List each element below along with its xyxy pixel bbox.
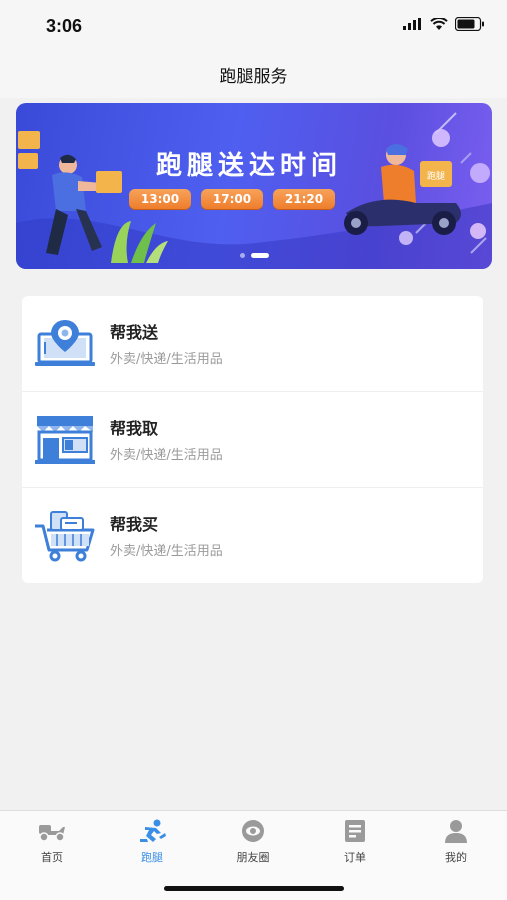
service-item-buy[interactable]: 帮我买 外卖/快递/生活用品 <box>22 488 483 583</box>
status-icons <box>403 17 485 31</box>
service-title: 帮我送 <box>110 323 159 342</box>
document-icon <box>345 820 365 842</box>
service-subtitle: 外卖/快递/生活用品 <box>110 352 223 367</box>
carousel-dot[interactable] <box>239 253 245 258</box>
service-subtitle: 外卖/快递/生活用品 <box>110 544 223 559</box>
tab-profile[interactable]: 我的 <box>426 819 486 865</box>
scooter-icon <box>39 825 65 842</box>
tab-label: 朋友圈 <box>236 851 270 864</box>
tab-orders[interactable]: 订单 <box>325 819 385 865</box>
time-pill: 21:20 <box>273 189 335 209</box>
carousel-dot-active[interactable] <box>250 253 269 258</box>
time-pill: 13:00 <box>129 189 191 209</box>
tab-label: 首页 <box>41 851 63 864</box>
service-item-pickup[interactable]: 帮我取 外卖/快递/生活用品 <box>22 392 483 488</box>
tab-label: 跑腿 <box>141 851 163 864</box>
cellular-signal-icon <box>403 18 421 30</box>
tab-label: 我的 <box>445 851 467 864</box>
service-subtitle: 外卖/快递/生活用品 <box>110 448 223 463</box>
service-list: 帮我送 外卖/快递/生活用品 帮我取 外卖/快递/生活用品 帮我买 外卖/快递/… <box>22 296 483 583</box>
promo-banner[interactable]: 跑腿 跑腿送达时间 13:00 17:00 21:20 <box>16 103 492 269</box>
tab-moments[interactable]: 朋友圈 <box>223 819 283 865</box>
service-item-send[interactable]: 帮我送 外卖/快递/生活用品 <box>22 296 483 392</box>
tab-errand[interactable]: 跑腿 <box>122 819 182 865</box>
banner-title: 跑腿送达时间 <box>155 151 342 181</box>
delivery-times: 13:00 17:00 21:20 <box>129 189 335 209</box>
time-pill: 17:00 <box>201 189 263 209</box>
battery-icon <box>455 17 484 31</box>
tab-label: 订单 <box>344 851 366 864</box>
eye-circle-icon <box>242 820 264 842</box>
banner-illustration: 跑腿 <box>16 112 492 269</box>
home-indicator[interactable] <box>164 886 344 891</box>
map-pin-laptop-icon <box>35 320 95 366</box>
status-time: 3:06 <box>46 16 83 36</box>
status-bar: 3:06 <box>0 0 507 50</box>
shopping-cart-icon <box>35 511 95 562</box>
service-title: 帮我取 <box>110 419 159 438</box>
page-title: 跑腿服务 <box>219 66 288 87</box>
wifi-icon <box>430 17 448 30</box>
user-icon <box>445 820 467 843</box>
navigation-bar: 跑腿服务 <box>0 50 507 98</box>
carousel-indicator <box>16 253 492 258</box>
runner-icon <box>140 819 166 842</box>
storefront-icon <box>35 416 95 464</box>
tab-home[interactable]: 首页 <box>22 819 82 865</box>
service-title: 帮我买 <box>110 515 159 534</box>
